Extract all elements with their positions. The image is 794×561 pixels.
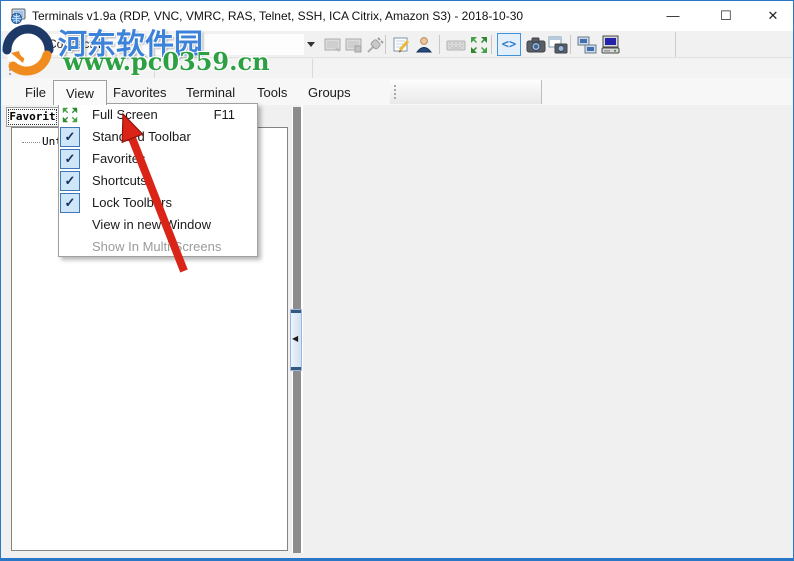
command-code-icon[interactable]: <> (497, 33, 521, 56)
toolbar-grip[interactable] (9, 37, 11, 51)
terminal-workspace (301, 105, 792, 553)
shortcuts-toolbar (2, 59, 792, 78)
checkbox-checked-icon: ✓ (60, 171, 80, 191)
window-title: Terminals v1.9a (RDP, VNC, VMRC, RAS, Te… (32, 9, 524, 23)
toolbar-grip[interactable] (9, 61, 11, 75)
toolbar-separator (675, 32, 676, 57)
keyboard-icon[interactable] (446, 35, 466, 55)
connect-new-tab-icon[interactable] (344, 35, 364, 55)
toolbar-separator (154, 59, 155, 78)
menu-item-view-in-new-window[interactable]: View in new Window (59, 214, 257, 236)
tree-connector (22, 141, 40, 143)
connect-icon[interactable] (323, 35, 343, 55)
capture-window-icon[interactable] (548, 35, 568, 55)
toolbar-grip[interactable] (394, 85, 396, 99)
menu-item-lock-toolbars[interactable]: ✓ Lock Toolbars (59, 192, 257, 214)
app-window: Terminals v1.9a (RDP, VNC, VMRC, RAS, Te… (0, 0, 794, 561)
computer-icon[interactable] (601, 35, 621, 55)
checkbox-checked-icon: ✓ (60, 193, 80, 213)
screenshot-camera-icon[interactable] (526, 35, 546, 55)
toolbar-separator (439, 35, 440, 54)
standard-toolbar: Connect To <> (2, 31, 792, 58)
app-icon (11, 8, 26, 24)
toolbar-separator (385, 35, 386, 54)
splitter-collapse-button[interactable]: ◀ (290, 309, 302, 371)
minimize-icon[interactable]: — (650, 1, 696, 31)
edit-note-icon[interactable] (392, 35, 412, 55)
menu-item-shortcuts[interactable]: ✓ Shortcuts (59, 170, 257, 192)
view-menu-popup: Full Screen F11 ✓ Standard Toolbar ✓ Fav… (58, 103, 258, 257)
menu-item-full-screen[interactable]: Full Screen F11 (59, 104, 257, 126)
maximize-icon[interactable]: ☐ (703, 1, 749, 31)
toolbar-separator (570, 35, 571, 54)
menu-favorites[interactable]: Favorites (101, 80, 178, 105)
quick-connect-icon[interactable] (365, 35, 385, 55)
menu-item-standard-toolbar[interactable]: ✓ Standard Toolbar (59, 126, 257, 148)
credentials-user-icon[interactable] (414, 35, 434, 55)
menu-item-favorites[interactable]: ✓ Favorites (59, 148, 257, 170)
shortcut-f11: F11 (213, 107, 235, 122)
tab-favorites[interactable]: Favorit (6, 107, 59, 127)
title-bar[interactable]: Terminals v1.9a (RDP, VNC, VMRC, RAS, Te… (1, 1, 793, 31)
new-connection-icon[interactable] (17, 35, 37, 55)
fullscreen-menu-icon (62, 107, 78, 123)
menu-file[interactable]: File (13, 80, 58, 105)
toolbar-separator (312, 59, 313, 78)
checkbox-checked-icon: ✓ (60, 127, 80, 147)
connect-to-combobox[interactable]: Connect To (42, 34, 304, 55)
menu-tools[interactable]: Tools (245, 80, 299, 105)
menu-groups[interactable]: Groups (296, 80, 363, 105)
menu-item-show-in-multi-screens: Show In Multi Screens (92, 239, 222, 254)
toolbar-separator (491, 35, 492, 54)
empty-toolbar-segment (390, 80, 542, 104)
menu-terminal[interactable]: Terminal (174, 80, 247, 105)
combo-dropdown-icon[interactable] (307, 42, 315, 47)
fullscreen-icon[interactable] (469, 35, 489, 55)
menu-view[interactable]: View (53, 80, 107, 105)
menu-bar: File View Favorites Terminal Tools Group… (2, 78, 792, 105)
collapse-left-icon: ◀ (292, 334, 299, 343)
close-icon[interactable]: ✕ (750, 1, 794, 31)
network-computers-icon[interactable] (577, 35, 597, 55)
tree-item-untitled[interactable]: Unt (22, 135, 62, 148)
checkbox-checked-icon: ✓ (60, 149, 80, 169)
